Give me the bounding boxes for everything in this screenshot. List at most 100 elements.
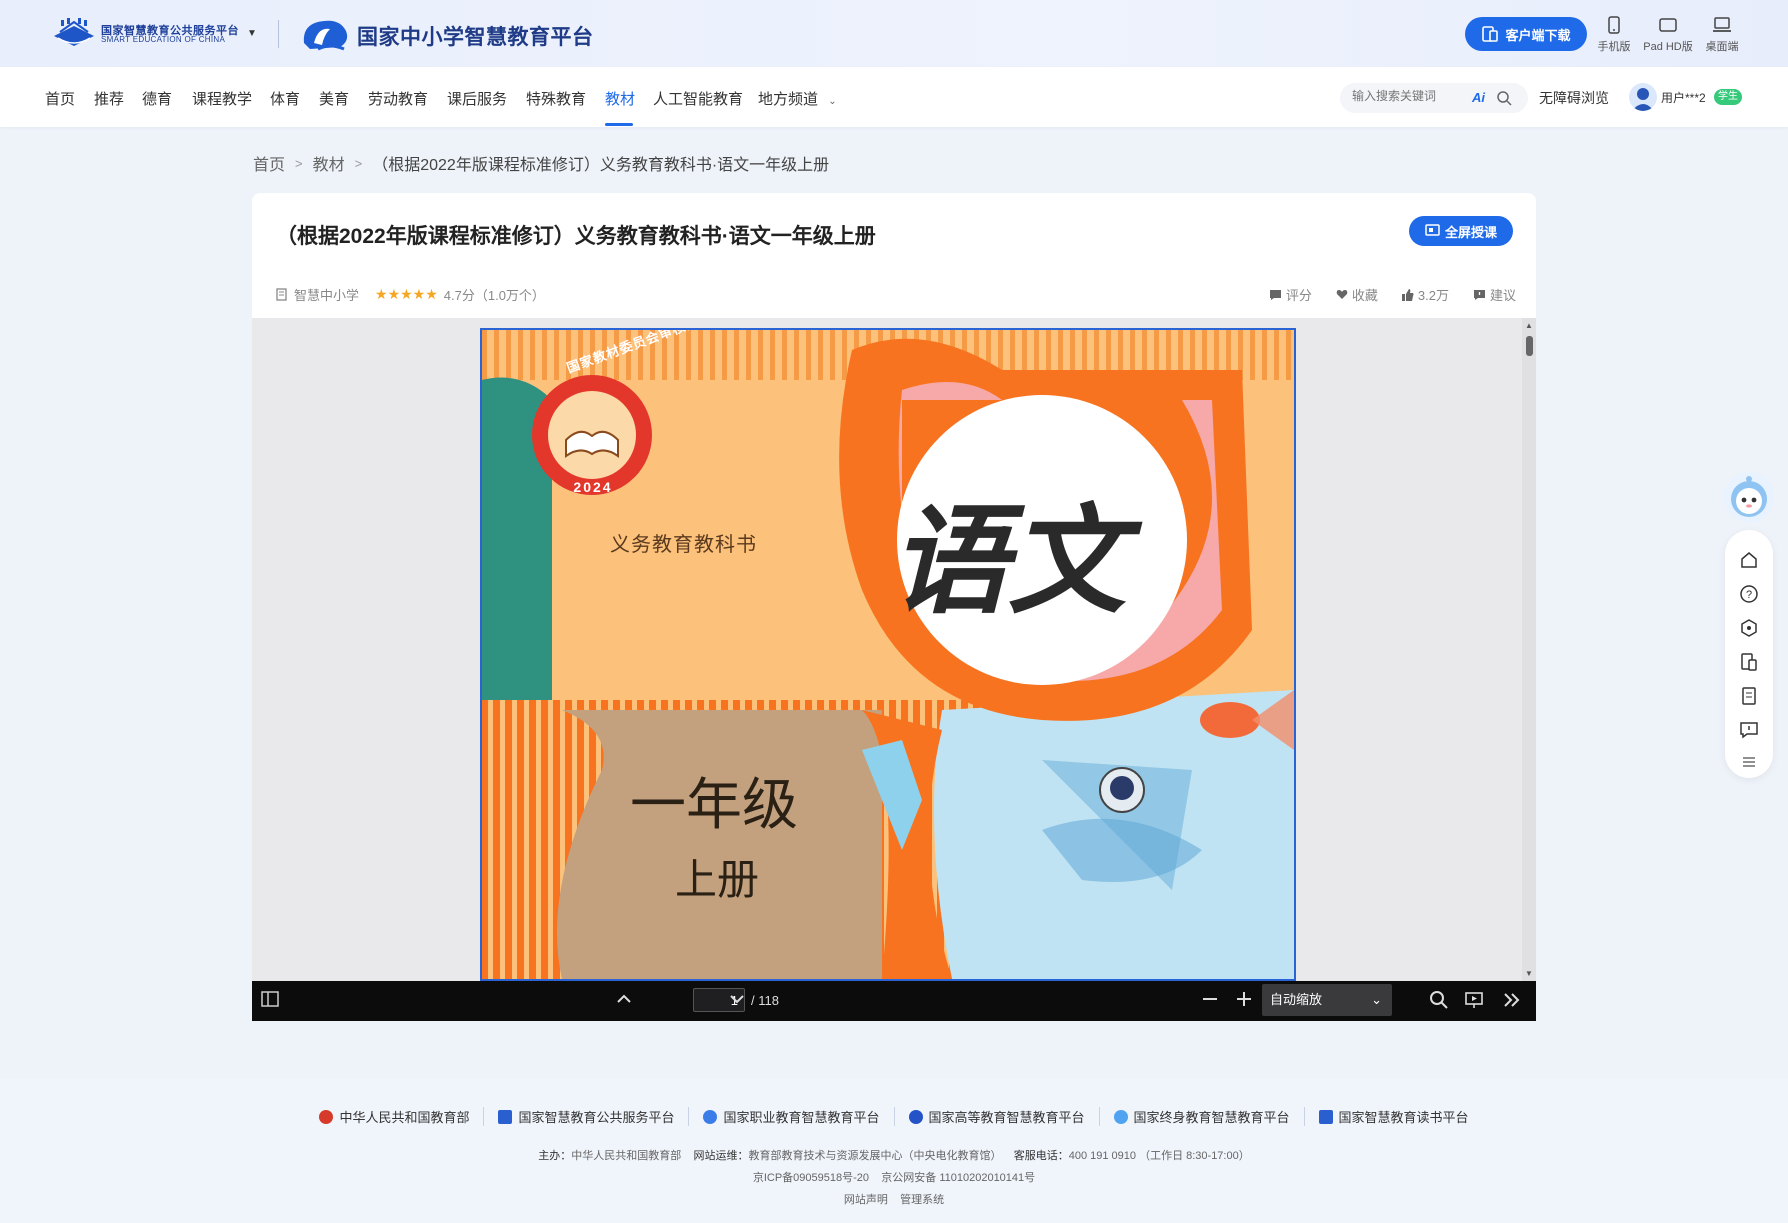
logo-divider: [278, 20, 279, 48]
favorite-button[interactable]: 收藏: [1336, 285, 1378, 304]
national-emblem-icon: [319, 1109, 334, 1124]
chevron-down-icon: ⌄: [828, 96, 837, 107]
laptop-icon: [1713, 17, 1731, 32]
menu-icon[interactable]: [1739, 752, 1759, 772]
breadcrumb: 首页 > 教材 > （根据2022年版课程标准修订）义务教育教科书·语文一年级上…: [253, 151, 829, 175]
svg-text:?: ?: [1746, 589, 1752, 601]
nav-item-home[interactable]: 首页: [45, 88, 75, 109]
nav-item-special[interactable]: 特殊教育: [526, 88, 586, 109]
feedback-icon[interactable]: [1739, 720, 1759, 740]
smart-education-logo-icon[interactable]: [52, 18, 96, 48]
chevron-down-icon[interactable]: [728, 990, 746, 1008]
platform-switch-caret-icon[interactable]: ▼: [247, 28, 257, 39]
scroll-thumb[interactable]: [1526, 336, 1533, 356]
nav-item-ai-education[interactable]: 人工智能教育: [653, 88, 743, 109]
book-actions: 评分 收藏 3.2万 建议: [1269, 285, 1516, 304]
footer-link-moe[interactable]: 中华人民共和国教育部: [305, 1107, 485, 1126]
sidebar-toggle-icon[interactable]: [261, 990, 279, 1008]
fullscreen-teaching-button[interactable]: 全屏授课: [1409, 216, 1513, 246]
footer-hotline: 400 191 0910 （工作日 8:30-17:00）: [1068, 1150, 1250, 1162]
footer-icp[interactable]: 京ICP备09059518号-20: [753, 1172, 869, 1184]
nav-item-courses[interactable]: 课程教学: [192, 88, 252, 109]
help-icon[interactable]: ?: [1739, 584, 1759, 604]
like-button[interactable]: 3.2万: [1401, 285, 1449, 304]
devices-icon[interactable]: [1739, 652, 1759, 672]
seal-year: 2024: [573, 479, 613, 495]
search-input[interactable]: [1352, 89, 1462, 103]
pdf-viewer[interactable]: 国家教材委员会审核通过 2024 义务教育教科书 语文 一年级 上册 ▲ ▼: [252, 318, 1536, 981]
zoom-out-icon[interactable]: [1201, 990, 1219, 1008]
device-phone[interactable]: 手机版: [1584, 16, 1644, 54]
footer-police[interactable]: 京公网安备 11010202010141号: [881, 1172, 1035, 1184]
footer-link-label: 国家职业教育智慧教育平台: [723, 1110, 880, 1125]
ai-search-icon[interactable]: Ai: [1472, 90, 1485, 105]
book-source: 智慧中小学: [294, 288, 360, 303]
client-download-button[interactable]: 客户端下载: [1465, 17, 1587, 51]
footer-link-lifelong[interactable]: 国家终身教育智慧教育平台: [1100, 1107, 1305, 1126]
device-pad-label: Pad HD版: [1643, 41, 1693, 53]
home-icon[interactable]: [1739, 550, 1759, 570]
presentation-mode-icon[interactable]: [1464, 990, 1484, 1010]
zoom-select[interactable]: 自动缩放 ⌄: [1262, 984, 1392, 1016]
footer-ops-label: 网站运维：: [693, 1150, 749, 1162]
publisher-icon: [276, 288, 287, 301]
footer-link-reading[interactable]: 国家智慧教育读书平台: [1305, 1107, 1483, 1126]
nav-item-textbooks[interactable]: 教材: [605, 88, 635, 109]
device-desktop[interactable]: 桌面端: [1692, 16, 1752, 54]
user-role-badge: 学生: [1714, 89, 1742, 105]
main-nav: 首页 推荐 德育 课程教学 体育 美育 劳动教育 课后服务 特殊教育 教材 人工…: [0, 67, 1788, 127]
scroll-up-icon[interactable]: ▲: [1525, 321, 1533, 330]
feedback-icon: [1473, 289, 1485, 300]
search-icon[interactable]: [1429, 990, 1449, 1010]
cover-subject: 语文: [890, 491, 1127, 630]
zoom-in-icon[interactable]: [1235, 990, 1253, 1008]
favorite-label: 收藏: [1351, 288, 1378, 303]
footer: 中华人民共和国教育部 国家智慧教育公共服务平台 国家职业教育智慧教育平台 国家高…: [0, 1079, 1788, 1223]
scroll-down-icon[interactable]: ▼: [1525, 969, 1533, 978]
suggest-button[interactable]: 建议: [1473, 285, 1516, 304]
nav-active-indicator: [605, 123, 633, 126]
nav-item-local-label: 地方频道: [758, 91, 819, 108]
search-box[interactable]: Ai: [1340, 83, 1528, 113]
breadcrumb-textbooks[interactable]: 教材: [313, 151, 345, 175]
double-chevron-right-icon[interactable]: [1502, 990, 1522, 1010]
chevron-down-icon: ⌄: [1371, 992, 1382, 1007]
cover-grade: 一年级: [630, 773, 798, 838]
suggest-label: 建议: [1489, 288, 1516, 303]
user-name[interactable]: 用户***2: [1661, 89, 1706, 106]
rating-text: 4.7分（1.0万个）: [443, 288, 545, 303]
search-icon[interactable]: [1496, 90, 1512, 106]
nav-item-arts[interactable]: 美育: [319, 88, 349, 109]
nav-item-local[interactable]: 地方频道 ⌄: [758, 88, 837, 109]
accessibility-link[interactable]: 无障碍浏览: [1539, 88, 1609, 108]
nav-item-after-school[interactable]: 课后服务: [447, 88, 507, 109]
footer-link-label: 国家智慧教育读书平台: [1338, 1110, 1469, 1125]
chevron-up-icon[interactable]: [615, 990, 633, 1008]
review-button[interactable]: 评分: [1269, 285, 1312, 304]
site-logo-icon[interactable]: [300, 13, 350, 55]
cube-icon[interactable]: [1739, 618, 1759, 638]
footer-ops: 教育部教育技术与资源发展中心（中央电化教育馆）: [748, 1150, 1002, 1162]
nav-item-recommend[interactable]: 推荐: [94, 88, 124, 109]
breadcrumb-home[interactable]: 首页: [253, 151, 285, 175]
site-name[interactable]: 国家中小学智慧教育平台: [357, 21, 594, 51]
pdf-page-cover: 国家教材委员会审核通过 2024 义务教育教科书 语文 一年级 上册: [480, 328, 1296, 981]
device-pad[interactable]: Pad HD版: [1638, 16, 1698, 54]
footer-link-vocational[interactable]: 国家职业教育智慧教育平台: [689, 1107, 895, 1126]
viewer-scrollbar[interactable]: ▲ ▼: [1522, 318, 1536, 981]
footer-admin-link[interactable]: 管理系统: [900, 1194, 944, 1206]
document-icon[interactable]: [1739, 686, 1759, 706]
platform-name-en[interactable]: SMART EDUCATION OF CHINA: [101, 35, 225, 44]
footer-link-smartedu[interactable]: 国家智慧教育公共服务平台: [484, 1107, 690, 1126]
footer-links: 中华人民共和国教育部 国家智慧教育公共服务平台 国家职业教育智慧教育平台 国家高…: [0, 1107, 1788, 1126]
footer-link-label: 国家高等教育智慧教育平台: [928, 1110, 1085, 1125]
nav-item-sports[interactable]: 体育: [270, 88, 300, 109]
avatar[interactable]: [1629, 83, 1657, 111]
footer-statement-link[interactable]: 网站声明: [844, 1194, 888, 1206]
nav-item-moral[interactable]: 德育: [142, 88, 172, 109]
assistant-mascot-icon[interactable]: [1724, 472, 1774, 522]
nav-item-labor[interactable]: 劳动教育: [368, 88, 428, 109]
client-download-label: 客户端下载: [1505, 27, 1571, 43]
footer-link-higher-ed[interactable]: 国家高等教育智慧教育平台: [895, 1107, 1100, 1126]
footer-link-label: 中华人民共和国教育部: [339, 1110, 470, 1125]
